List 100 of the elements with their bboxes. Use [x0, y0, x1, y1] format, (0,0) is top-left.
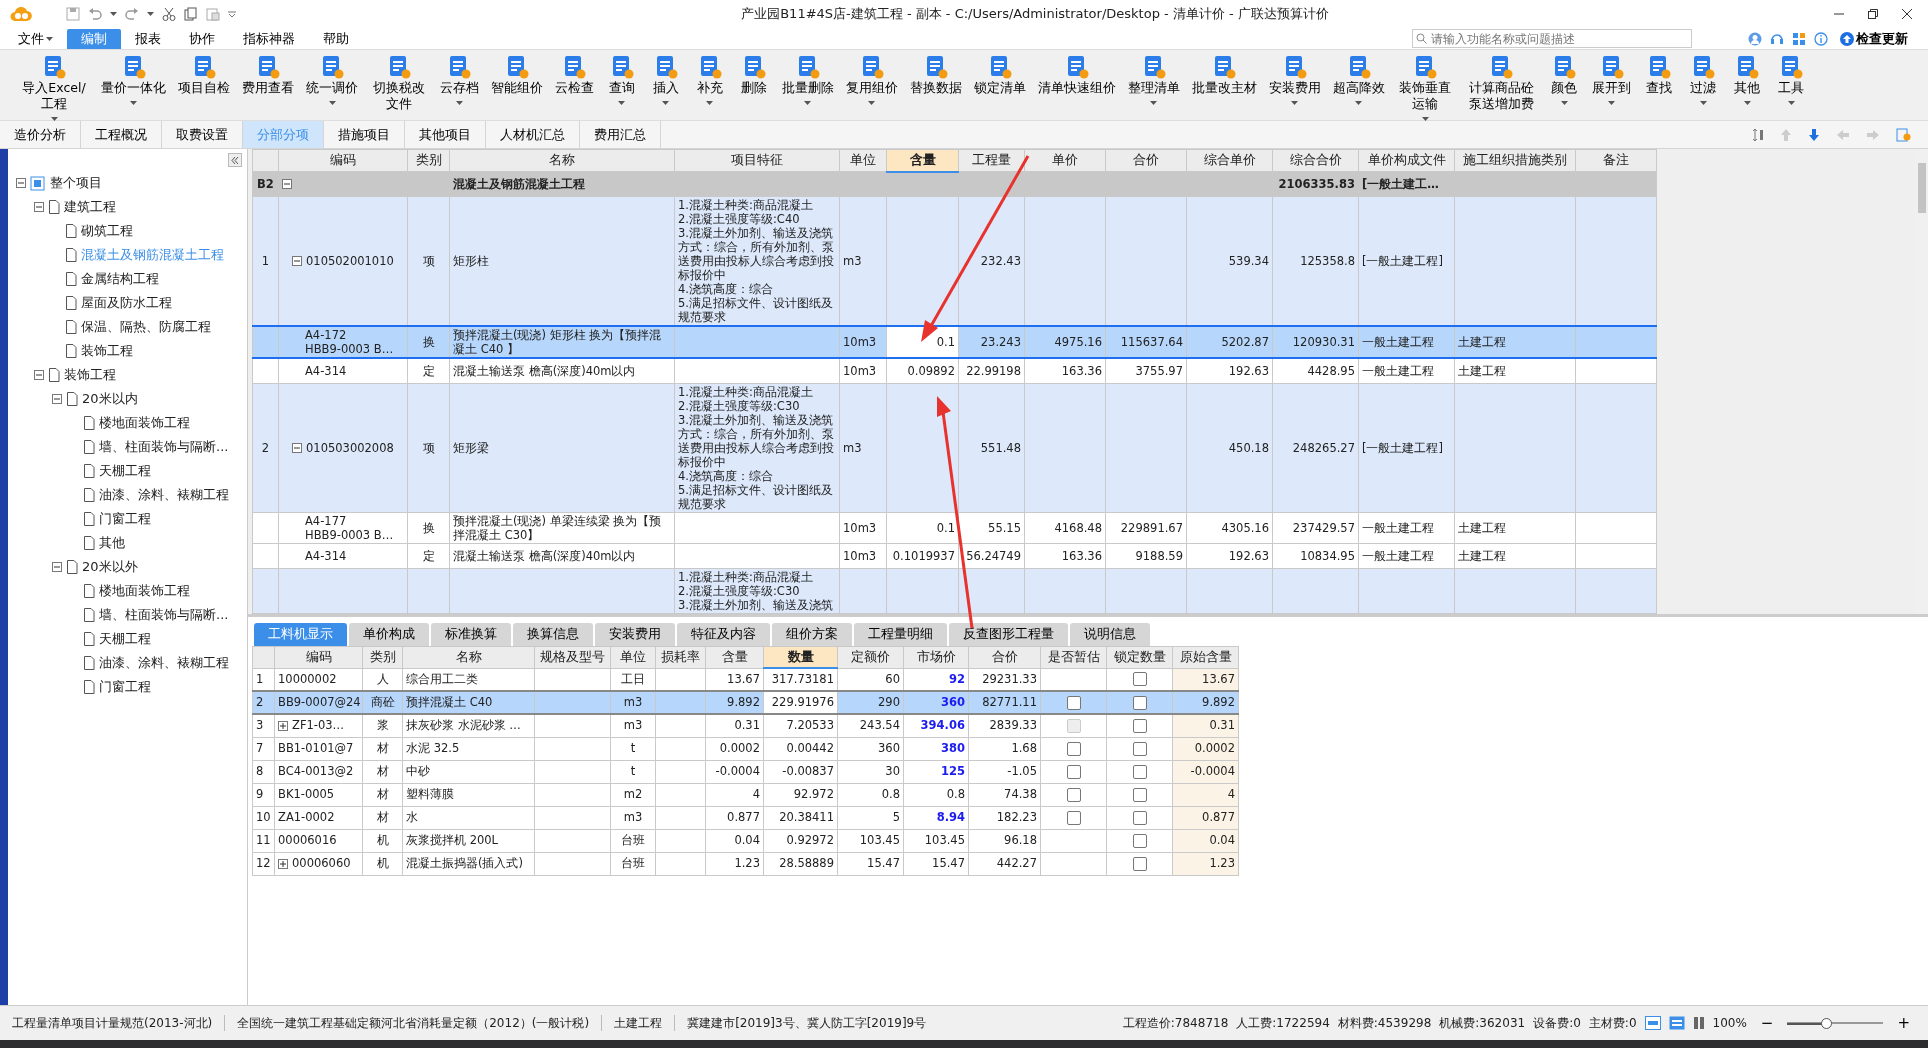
tab[interactable]: 造价分析 — [0, 121, 81, 148]
toolbar-button[interactable]: 其他 — [1730, 54, 1764, 105]
copy-icon[interactable] — [184, 7, 198, 21]
column-header[interactable]: 含量 — [886, 149, 959, 172]
toolbar-button[interactable]: 过滤 — [1686, 54, 1720, 105]
tree-item[interactable]: 装饰工程 — [81, 341, 133, 361]
update-button[interactable]: 检查更新 — [1836, 28, 1912, 49]
toolbar-button[interactable]: 超高降效 — [1331, 54, 1386, 105]
collapse-icon[interactable] — [292, 442, 302, 453]
column-header[interactable]: 损耗率 — [655, 646, 706, 669]
column-header[interactable]: 综合合价 — [1272, 149, 1359, 172]
slider-thumb[interactable] — [1820, 1017, 1832, 1029]
toolbar-button[interactable]: 装饰垂直运输 — [1395, 54, 1455, 121]
collapse-icon[interactable] — [292, 256, 302, 267]
collapse-icon[interactable] — [52, 562, 62, 572]
tree-item[interactable]: 屋面及防水工程 — [81, 293, 172, 313]
caret-icon[interactable] — [130, 101, 137, 105]
tree-item[interactable]: 金属结构工程 — [81, 269, 159, 289]
list-view-icon[interactable] — [1668, 1016, 1685, 1030]
checkbox[interactable] — [1132, 810, 1147, 825]
checkbox[interactable] — [1132, 833, 1147, 848]
column-header[interactable]: 名称 — [449, 149, 675, 172]
tree-item[interactable]: 天棚工程 — [99, 461, 151, 481]
column-header[interactable]: 锁定数量 — [1106, 646, 1173, 669]
tree-item[interactable]: 装饰工程 — [64, 365, 116, 385]
tree-item[interactable]: 砌筑工程 — [81, 221, 133, 241]
tree-item[interactable]: 墙、柱面装饰与隔断... — [99, 437, 229, 457]
toolbar-button[interactable]: 锁定清单 — [972, 54, 1027, 96]
toolbar-button[interactable]: 计算商品砼泵送增加费 — [1465, 54, 1537, 112]
toolbar-button[interactable]: 导入Excel/工程 — [18, 54, 90, 121]
down-arrow-icon[interactable] — [1808, 127, 1820, 142]
caret-icon[interactable] — [1291, 101, 1298, 105]
checkbox[interactable] — [1066, 787, 1081, 802]
toolbar-button[interactable]: 批量删除 — [780, 54, 835, 105]
scrollbar-thumb[interactable] — [1917, 163, 1926, 213]
tab[interactable]: 组价方案 — [772, 622, 852, 646]
column-header[interactable]: 单位 — [610, 646, 656, 669]
tab[interactable]: 工程量明细 — [854, 622, 947, 646]
checkbox[interactable] — [1132, 718, 1147, 733]
checkbox[interactable] — [1132, 672, 1147, 687]
tab[interactable]: 措施项目 — [324, 121, 405, 148]
toolbar-button[interactable]: 补充 — [692, 54, 727, 105]
menu-item[interactable]: 协作 — [175, 28, 229, 49]
tree-item[interactable]: 混凝土及钢筋混凝土工程 — [81, 245, 224, 265]
caret-icon[interactable] — [46, 37, 53, 41]
toolbar-button[interactable]: 删除 — [736, 54, 771, 96]
info-icon[interactable] — [1814, 31, 1828, 46]
column-header[interactable]: 含量 — [705, 646, 764, 669]
caret-icon[interactable] — [662, 101, 669, 105]
caret-icon[interactable] — [1150, 101, 1157, 105]
toolbar-button[interactable]: 查找 — [1642, 54, 1676, 96]
toolbar-button[interactable]: 工具 — [1774, 54, 1808, 105]
zoom-in-button[interactable]: + — [1891, 1015, 1916, 1031]
toolbar-button[interactable]: 费用查看 — [241, 54, 295, 96]
headset-icon[interactable] — [1770, 31, 1784, 46]
menu-item[interactable]: 指标神器 — [229, 28, 309, 49]
tree-item[interactable]: 20米以外 — [82, 557, 138, 577]
caret-icon[interactable] — [1608, 101, 1615, 105]
column-header[interactable]: 备注 — [1575, 149, 1657, 172]
column-header[interactable]: 项目特征 — [674, 149, 840, 172]
undo-icon[interactable] — [88, 7, 102, 21]
tab[interactable]: 说明信息 — [1070, 622, 1150, 646]
tree-item[interactable]: 其他 — [99, 533, 125, 553]
caret-icon[interactable] — [618, 101, 625, 105]
checkbox[interactable] — [1132, 856, 1147, 871]
toolbar-button[interactable]: 安装费用 — [1267, 54, 1322, 105]
tab[interactable]: 安装费用 — [595, 622, 675, 646]
checkbox[interactable] — [1132, 787, 1147, 802]
checkbox[interactable] — [1066, 695, 1081, 710]
checkbox[interactable] — [1066, 810, 1081, 825]
caret-icon[interactable] — [110, 12, 117, 16]
caret-icon[interactable] — [804, 101, 811, 105]
caret-icon[interactable] — [1355, 101, 1362, 105]
toolbar-button[interactable]: 颜色 — [1547, 54, 1581, 105]
column-header[interactable]: 类别 — [362, 646, 403, 669]
toolbar-button[interactable]: 替换数据 — [908, 54, 963, 96]
column-header[interactable]: 是否暂估 — [1040, 646, 1107, 669]
tree-item[interactable]: 油漆、涂料、裱糊工程 — [99, 653, 229, 673]
column-header[interactable]: 规格及型号 — [534, 646, 611, 669]
column-header[interactable]: 单位 — [839, 149, 887, 172]
column-header[interactable]: 合价 — [968, 646, 1041, 669]
column-header[interactable]: 市场价 — [903, 646, 969, 669]
column-header[interactable]: 单价构成文件 — [1358, 149, 1455, 172]
redo-icon[interactable] — [125, 7, 139, 21]
toolbar-button[interactable]: 项目自检 — [177, 54, 231, 96]
column-header[interactable]: 编码 — [278, 149, 408, 172]
tree-item[interactable]: 保温、隔热、防腐工程 — [81, 317, 211, 337]
tab[interactable]: 标准换算 — [431, 622, 511, 646]
checkbox[interactable] — [1066, 764, 1081, 779]
column-header[interactable]: 定额价 — [837, 646, 904, 669]
expand-icon[interactable] — [278, 858, 288, 869]
save-icon[interactable] — [66, 7, 80, 21]
column-header[interactable]: 单价 — [1024, 149, 1106, 172]
customize-icon[interactable] — [228, 10, 236, 18]
checkbox[interactable] — [1066, 741, 1081, 756]
toolbar-button[interactable]: 查询 — [604, 54, 639, 105]
toolbar-button[interactable]: 插入 — [648, 54, 683, 105]
split-view-icon[interactable] — [1692, 1016, 1705, 1030]
tab[interactable]: 特征及内容 — [677, 622, 770, 646]
caret-icon[interactable] — [1787, 101, 1795, 105]
